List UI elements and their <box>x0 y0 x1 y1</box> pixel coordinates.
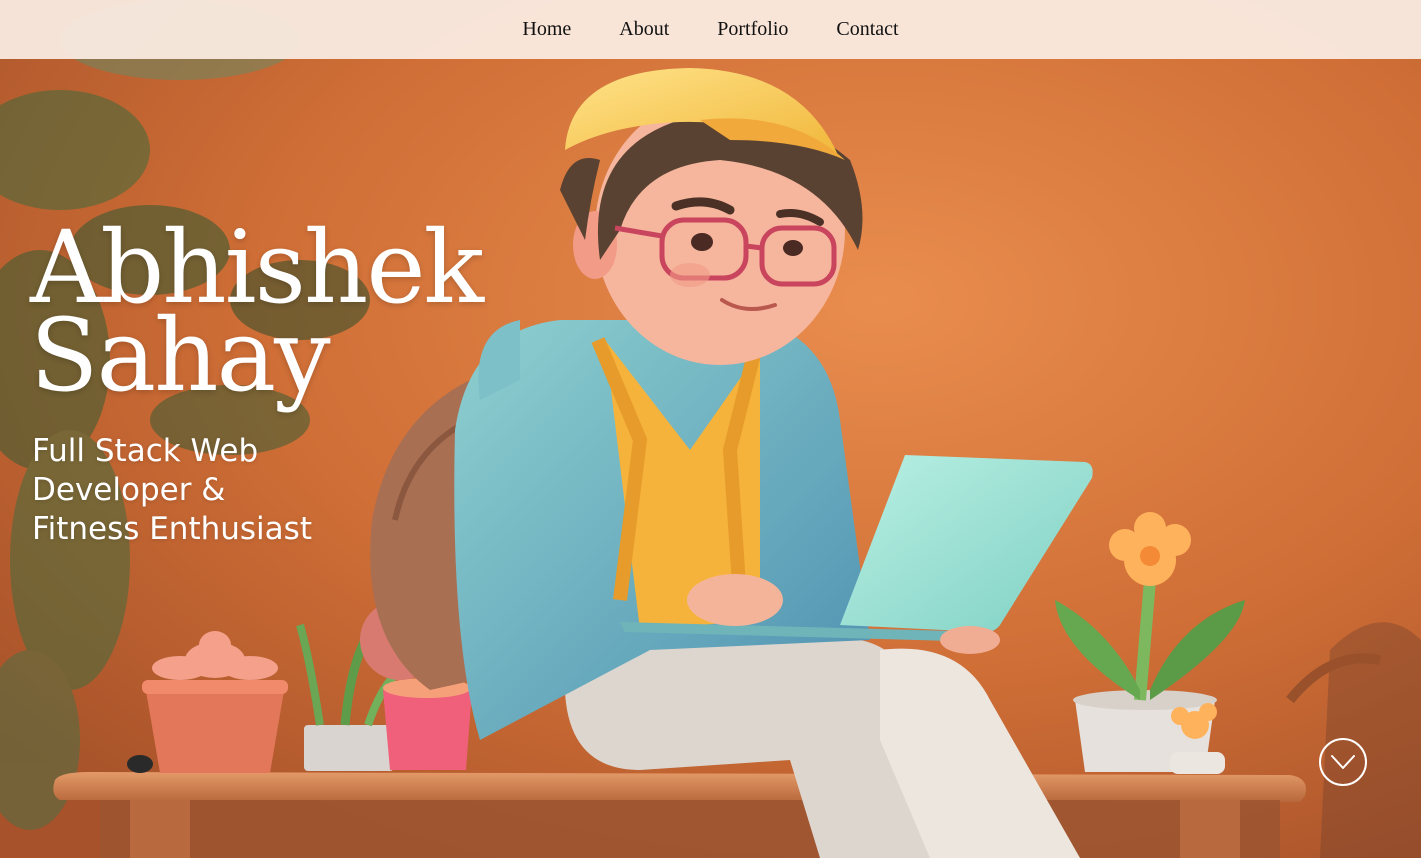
hero-section <box>0 0 1421 858</box>
hero-illustration <box>0 0 1421 858</box>
hero-name: Abhishek Sahay <box>30 218 484 406</box>
chevron-down-icon <box>1331 755 1355 769</box>
hero-tagline: Full Stack Web Developer & Fitness Enthu… <box>32 433 312 547</box>
nav-home-link[interactable]: Home <box>522 18 571 41</box>
nav-about-link[interactable]: About <box>619 18 669 41</box>
scroll-down-button[interactable] <box>1319 738 1367 786</box>
nav-portfolio-link[interactable]: Portfolio <box>717 18 788 41</box>
nav-contact-link[interactable]: Contact <box>836 18 898 41</box>
top-navigation: Home About Portfolio Contact <box>0 0 1421 59</box>
